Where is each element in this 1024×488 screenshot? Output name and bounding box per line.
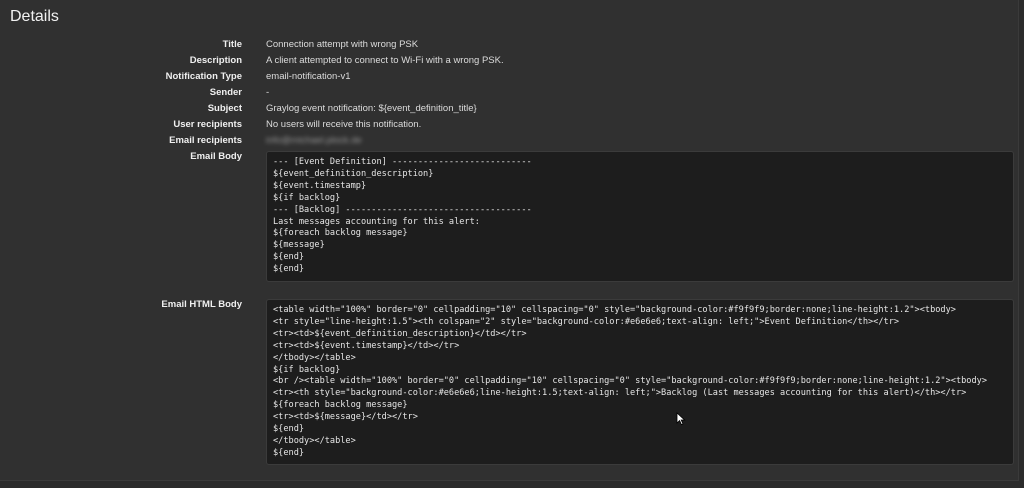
email-html-body-line: <tr><th style="background-color:#e6e6e6;… bbox=[273, 388, 967, 399]
email-body-code[interactable]: --- [Event Definition] -----------------… bbox=[267, 152, 1013, 281]
title-label: Title bbox=[222, 39, 242, 50]
title-value: Connection attempt with wrong PSK bbox=[266, 39, 419, 50]
description-label: Description bbox=[189, 55, 242, 66]
email-html-body-line: ${end} bbox=[273, 447, 305, 458]
email-html-body-line: ${foreach backlog message} bbox=[273, 400, 408, 411]
email-html-body-box[interactable]: <table width="100%" border="0" cellpaddi… bbox=[266, 299, 1014, 465]
email-body-line: ${end} bbox=[273, 252, 305, 263]
email-body-line: ${foreach backlog message} bbox=[273, 228, 408, 239]
email-html-body-line: <tr style="line-height:1.5"><th colspan=… bbox=[273, 316, 900, 327]
email-body-line: Last messages accounting for this alert: bbox=[273, 216, 480, 227]
email-body-line: ${message} bbox=[273, 240, 325, 251]
notification-type-label: Notification Type bbox=[165, 71, 242, 82]
email-html-body-line: </tbody></table> bbox=[273, 352, 356, 363]
detail-row-notification-type: Notification Type email-notification-v1 bbox=[0, 69, 1018, 85]
email-html-body-label: Email HTML Body bbox=[161, 299, 242, 310]
page-title: Details bbox=[10, 8, 59, 25]
email-recipients-label: Email recipients bbox=[169, 135, 242, 146]
sender-value: - bbox=[266, 87, 270, 98]
notification-type-value: email-notification-v1 bbox=[266, 71, 351, 82]
details-panel: Details Title Connection attempt with wr… bbox=[0, 0, 1019, 481]
email-html-body-line: <br /><table width="100%" border="0" cel… bbox=[273, 376, 987, 387]
email-body-line: ${if backlog} bbox=[273, 192, 341, 203]
detail-row-title: Title Connection attempt with wrong PSK bbox=[0, 37, 1018, 53]
email-body-box[interactable]: --- [Event Definition] -----------------… bbox=[266, 151, 1014, 282]
subject-label: Subject bbox=[207, 103, 242, 114]
email-html-body-line: <tr><td>${message}</td></tr> bbox=[273, 412, 418, 423]
email-html-body-line: ${if backlog} bbox=[273, 364, 341, 375]
email-html-body-line: <table width="100%" border="0" cellpaddi… bbox=[273, 305, 956, 315]
detail-row-email-recipients: Email recipients info@michael.plock.de bbox=[0, 133, 1018, 149]
subject-value: Graylog event notification: ${event_defi… bbox=[266, 103, 477, 114]
detail-row-sender: Sender - bbox=[0, 85, 1018, 101]
email-html-body-line: <tr><td>${event_definition_description}<… bbox=[273, 328, 527, 339]
email-body-line: --- [Backlog] --------------------------… bbox=[273, 204, 532, 215]
email-body-line: ${event.timestamp} bbox=[273, 180, 367, 191]
email-body-label: Email Body bbox=[190, 151, 242, 162]
email-body-line: ${end} bbox=[273, 264, 305, 275]
mouse-cursor-icon bbox=[676, 412, 686, 426]
sender-label: Sender bbox=[209, 87, 242, 98]
detail-row-description: Description A client attempted to connec… bbox=[0, 53, 1018, 69]
email-html-body-line: <tr><td>${event.timestamp}</td></tr> bbox=[273, 340, 460, 351]
description-value: A client attempted to connect to Wi-Fi w… bbox=[266, 55, 504, 66]
email-html-body-code[interactable]: <table width="100%" border="0" cellpaddi… bbox=[267, 300, 1013, 464]
detail-row-subject: Subject Graylog event notification: ${ev… bbox=[0, 101, 1018, 117]
user-recipients-label: User recipients bbox=[173, 119, 242, 130]
email-body-line: --- [Event Definition] -----------------… bbox=[273, 157, 532, 167]
email-html-body-line: </tbody></table> bbox=[273, 435, 356, 446]
detail-row-user-recipients: User recipients No users will receive th… bbox=[0, 117, 1018, 133]
email-recipients-value: info@michael.plock.de bbox=[266, 135, 362, 146]
user-recipients-value: No users will receive this notification. bbox=[266, 119, 422, 130]
email-html-body-line: ${end} bbox=[273, 424, 305, 435]
email-body-line: ${event_definition_description} bbox=[273, 168, 434, 179]
